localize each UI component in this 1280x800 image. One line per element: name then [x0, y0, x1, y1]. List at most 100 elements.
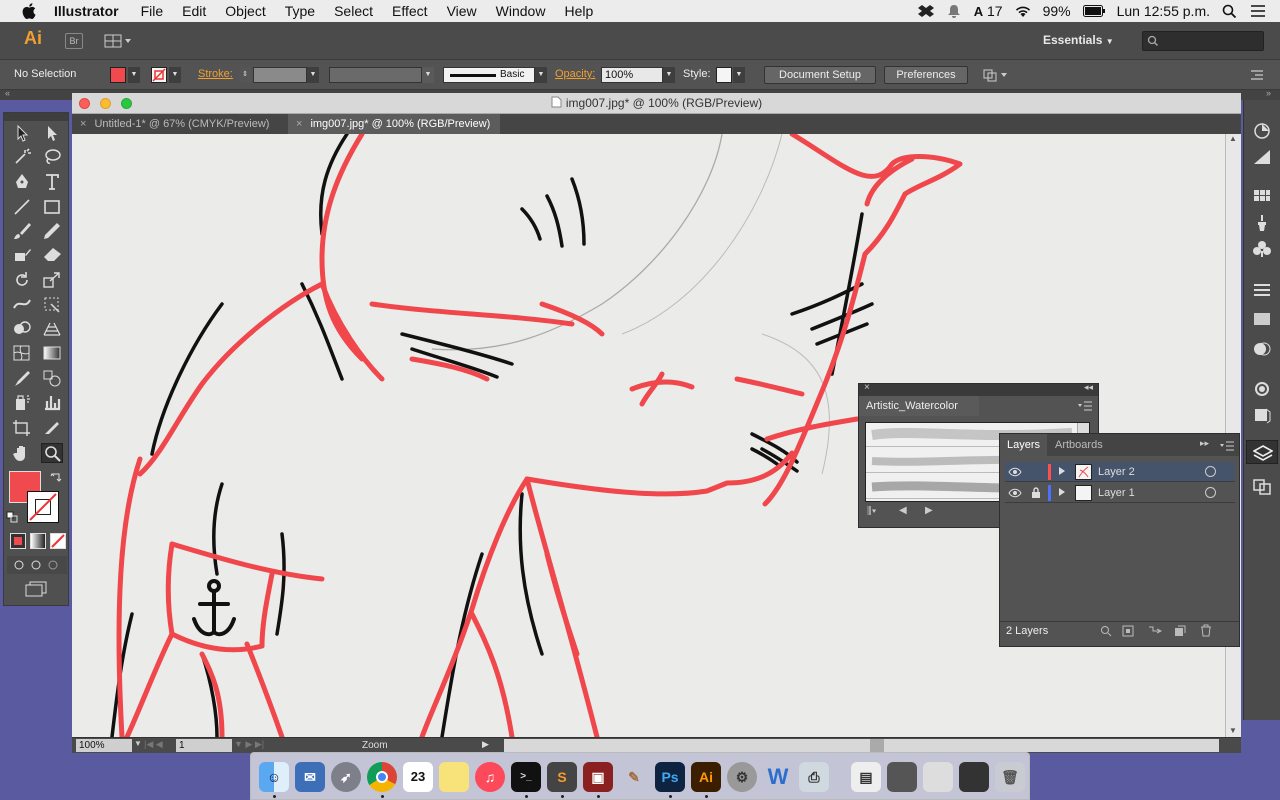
- preferences-button[interactable]: Preferences: [884, 66, 968, 84]
- expand-layer-icon[interactable]: [1059, 467, 1065, 475]
- panel-menu-icon[interactable]: [1078, 401, 1092, 411]
- layers-menu-icon[interactable]: [1220, 441, 1234, 451]
- trash-icon[interactable]: 🗑: [995, 762, 1025, 792]
- fill-dropdown[interactable]: ▼: [128, 67, 140, 83]
- workspace-switcher[interactable]: Essentials ▼: [1043, 33, 1114, 47]
- opacity-field[interactable]: 100%: [601, 67, 663, 83]
- stroke-dropdown[interactable]: ▼: [169, 67, 181, 83]
- opacity-dropdown[interactable]: ▼: [663, 67, 675, 83]
- mesh-tool[interactable]: [11, 343, 33, 363]
- fill-swatch[interactable]: [110, 67, 126, 83]
- notif-count[interactable]: A 17: [974, 3, 1003, 19]
- preview-icon[interactable]: ✉: [295, 762, 325, 792]
- brush-library-menu-icon[interactable]: ⫼▾: [867, 506, 876, 517]
- draw-modes[interactable]: [7, 556, 67, 574]
- sublime-text-icon[interactable]: S: [547, 762, 577, 792]
- chrome-icon[interactable]: [367, 762, 397, 792]
- lasso-tool[interactable]: [41, 147, 63, 167]
- color-mode-button[interactable]: [10, 533, 26, 549]
- artboards-panel-icon[interactable]: [1252, 478, 1272, 496]
- pencil-tool[interactable]: [41, 221, 63, 241]
- menu-object[interactable]: Object: [225, 3, 265, 19]
- next-library-icon[interactable]: ▶: [925, 505, 933, 516]
- swap-fill-stroke-icon[interactable]: [50, 471, 62, 483]
- stroke-weight-stepper[interactable]: ⇕: [239, 67, 251, 83]
- appearance-panel-icon[interactable]: [1252, 380, 1272, 398]
- close-tab-icon[interactable]: ×: [80, 118, 86, 130]
- artboard-tool[interactable]: [11, 418, 33, 438]
- status-tool-label[interactable]: Zoom: [362, 740, 388, 751]
- layer-name[interactable]: Layer 2: [1098, 466, 1135, 478]
- itunes-icon[interactable]: ♫: [475, 762, 505, 792]
- dropbox-icon[interactable]: [917, 4, 934, 18]
- free-transform-tool[interactable]: [41, 294, 63, 314]
- slice-tool[interactable]: [41, 418, 63, 438]
- panel-menu-icon[interactable]: [1250, 68, 1264, 82]
- menu-select[interactable]: Select: [334, 3, 373, 19]
- battery-icon[interactable]: [1082, 4, 1105, 18]
- notes-icon[interactable]: [439, 762, 469, 792]
- brush-panel-header[interactable]: × ◂◂: [859, 382, 1098, 396]
- layer-row-layer-1[interactable]: Layer 1: [1005, 483, 1235, 503]
- color-panel-icon[interactable]: [1252, 122, 1272, 140]
- locate-object-icon[interactable]: [1100, 625, 1112, 637]
- rotate-tool[interactable]: [11, 270, 33, 290]
- visibility-eye-icon[interactable]: [1008, 466, 1022, 478]
- layer-target-icon[interactable]: [1205, 466, 1216, 477]
- app-menu[interactable]: Illustrator: [54, 3, 119, 19]
- selection-tool[interactable]: [11, 123, 33, 143]
- screen-mode-icon[interactable]: [24, 581, 50, 597]
- system-preferences-icon[interactable]: ⚙: [727, 762, 757, 792]
- status-menu-icon[interactable]: ▶: [482, 739, 489, 750]
- collapse-left-icon[interactable]: «: [5, 88, 10, 98]
- variable-width-dropdown[interactable]: ▼: [422, 67, 434, 83]
- next-artboard-icon[interactable]: ▼ ▶ ▶|: [234, 739, 264, 750]
- paintbrush-tool[interactable]: [11, 221, 33, 241]
- horizontal-scroll-thumb[interactable]: [870, 739, 884, 752]
- new-sublayer-icon[interactable]: [1148, 625, 1162, 637]
- column-graph-tool[interactable]: [41, 392, 63, 412]
- bridge-button[interactable]: Br: [65, 33, 83, 49]
- shape-builder-tool[interactable]: [11, 318, 33, 338]
- stroke-label[interactable]: Stroke:: [198, 68, 233, 80]
- menu-effect[interactable]: Effect: [392, 3, 428, 19]
- layers-dock-button[interactable]: [1246, 440, 1278, 464]
- menu-type[interactable]: Type: [285, 3, 315, 19]
- scroll-up-icon[interactable]: ▲: [1229, 134, 1237, 143]
- document-stack-icon[interactable]: ▤: [851, 762, 881, 792]
- stroke-weight-dropdown[interactable]: ▼: [307, 67, 319, 83]
- direct-selection-tool[interactable]: [41, 123, 63, 143]
- illustrator-icon[interactable]: Ai: [691, 762, 721, 792]
- pen-tool[interactable]: [11, 172, 33, 192]
- screenshot-stack-icon[interactable]: [887, 762, 917, 792]
- document-titlebar[interactable]: img007.jpg* @ 100% (RGB/Preview): [72, 93, 1241, 114]
- stroke-color-box[interactable]: [27, 491, 59, 523]
- arrange-documents-button[interactable]: [104, 33, 132, 49]
- clock[interactable]: Lun 12:55 p.m.: [1117, 3, 1210, 19]
- graphic-styles-icon[interactable]: [1252, 406, 1272, 424]
- blob-brush-tool[interactable]: [11, 245, 33, 265]
- gradient-tool[interactable]: [41, 343, 63, 363]
- calendar-icon[interactable]: 23: [403, 762, 433, 792]
- stroke-weight-field[interactable]: [253, 67, 307, 83]
- delete-layer-icon[interactable]: [1200, 624, 1212, 637]
- menu-view[interactable]: View: [447, 3, 477, 19]
- zoom-tool[interactable]: [41, 443, 63, 463]
- help-search-input[interactable]: [1142, 31, 1264, 51]
- blend-tool[interactable]: [41, 368, 63, 388]
- menu-file[interactable]: File: [141, 3, 164, 19]
- graphic-style-swatch[interactable]: [716, 67, 732, 83]
- apple-icon[interactable]: [22, 3, 36, 19]
- stroke-panel-icon[interactable]: [1252, 282, 1272, 300]
- none-mode-button[interactable]: [50, 533, 66, 549]
- gradient-mode-button[interactable]: [30, 533, 46, 549]
- notifications-icon[interactable]: [946, 4, 962, 18]
- layer-name[interactable]: Layer 1: [1098, 487, 1135, 499]
- stroke-swatch[interactable]: [151, 67, 167, 83]
- color-guide-icon[interactable]: [1252, 148, 1272, 166]
- expand-panel-icon[interactable]: ▸▸: [1200, 438, 1209, 449]
- spotlight-search-icon[interactable]: [1222, 4, 1238, 18]
- photoshop-icon[interactable]: Ps: [655, 762, 685, 792]
- scroll-down-icon[interactable]: ▼: [1229, 726, 1237, 735]
- finder-icon[interactable]: ☺: [259, 762, 289, 792]
